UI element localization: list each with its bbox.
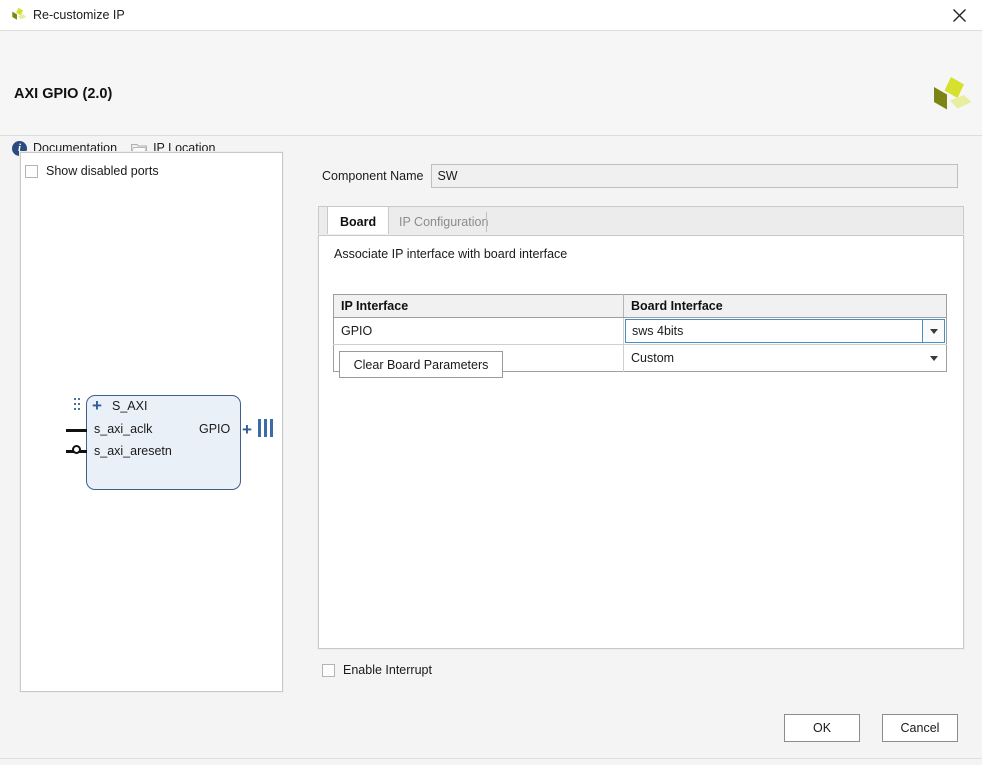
xilinx-logo-large-icon [934, 77, 972, 110]
tab-ip-configuration-label: IP Configuration [399, 214, 489, 229]
gpio-bus-bar-icon [258, 419, 261, 437]
title-bar: Re-customize IP [0, 0, 982, 31]
clear-board-parameters-button[interactable]: Clear Board Parameters [339, 351, 503, 378]
board-interface-combo-gpio2[interactable]: Custom [624, 345, 946, 371]
associate-description: Associate IP interface with board interf… [334, 247, 568, 261]
ip-block-diagram[interactable]: + S_AXI s_axi_aclk s_axi_aresetn GPIO + [66, 390, 281, 495]
cancel-button[interactable]: Cancel [882, 714, 958, 742]
component-name-input[interactable] [431, 164, 958, 188]
xilinx-logo-icon [12, 7, 27, 20]
gpio-expander-icon[interactable]: + [242, 421, 252, 438]
bottom-divider [0, 758, 982, 759]
window-title: Re-customize IP [33, 8, 125, 22]
chevron-down-icon[interactable] [922, 346, 946, 370]
s-axi-bus-stub-icon [74, 398, 83, 415]
board-tab-panel: Associate IP interface with board interf… [318, 235, 964, 649]
table-row[interactable]: GPIO sws 4bits [333, 317, 947, 345]
clock-port-stub-icon [66, 429, 87, 432]
tab-board-label: Board [340, 215, 377, 229]
chevron-down-icon[interactable] [922, 320, 944, 342]
tab-container: Board IP Configuration Associate IP inte… [318, 206, 964, 649]
active-low-bubble-icon [72, 445, 81, 454]
tab-separator [486, 212, 487, 232]
enable-interrupt-label: Enable Interrupt [343, 663, 432, 677]
board-interface-value-gpio2: Custom [631, 351, 675, 365]
page-title: AXI GPIO (2.0) [14, 86, 113, 102]
port-label-s-axi: S_AXI [112, 399, 148, 413]
component-name-row: Component Name [322, 164, 958, 188]
table-header-row: IP Interface Board Interface [333, 294, 947, 318]
tab-ip-configuration[interactable]: IP Configuration [387, 207, 500, 236]
show-disabled-ports-checkbox[interactable]: Show disabled ports [25, 164, 159, 178]
tab-strip: Board IP Configuration [318, 206, 964, 237]
column-header-ip-interface: IP Interface [333, 294, 624, 318]
s-axi-expander-icon[interactable]: + [92, 397, 102, 414]
checkbox-box [322, 663, 335, 677]
show-disabled-ports-label: Show disabled ports [46, 164, 159, 178]
board-interface-combo-gpio[interactable]: sws 4bits [625, 319, 945, 343]
cell-ip-interface-gpio: GPIO [341, 324, 373, 338]
port-diagram-panel: Show disabled ports + S_AXI s_axi_aclk s… [20, 152, 283, 692]
checkbox-box [25, 164, 38, 178]
gpio-bus-bar-icon [264, 419, 267, 437]
board-interface-value-gpio: sws 4bits [632, 324, 684, 338]
ip-header-band: AXI GPIO (2.0) i Documentation IP Locati… [0, 31, 982, 156]
port-label-s-axi-aclk: s_axi_aclk [94, 422, 153, 436]
enable-interrupt-checkbox[interactable]: Enable Interrupt [322, 663, 432, 677]
column-header-board-interface: Board Interface [623, 294, 947, 318]
ip-block-body [86, 395, 241, 490]
ok-button[interactable]: OK [784, 714, 860, 742]
gpio-bus-bar-icon [270, 419, 273, 437]
close-icon[interactable] [937, 0, 982, 31]
port-label-gpio: GPIO [199, 422, 231, 436]
tab-board[interactable]: Board [327, 207, 390, 237]
port-label-s-axi-aresetn: s_axi_aresetn [94, 444, 172, 458]
component-name-label: Component Name [322, 169, 424, 183]
